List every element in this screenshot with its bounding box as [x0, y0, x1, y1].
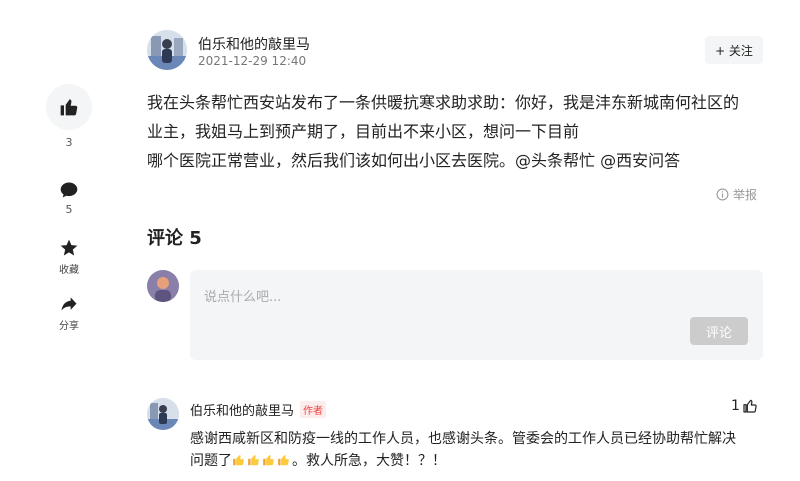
comment-like-button[interactable]: 1 [731, 398, 758, 414]
post-time: 2021-12-29 12:40 [198, 54, 307, 68]
comment-text-line: 问题了 。救人所急，大赞！？！ [190, 450, 770, 472]
post-body: 我在头条帮忙西安站发布了一条供暖抗寒求助求助：你好，我是沣东新城南何社区的 业主… [147, 88, 777, 175]
follow-button[interactable]: + 关注 [705, 36, 763, 64]
comment-input[interactable] [204, 286, 744, 316]
submit-comment-button[interactable]: 评论 [690, 317, 748, 345]
thumbs-up-emoji [278, 455, 289, 466]
current-user-avatar [147, 270, 179, 302]
author-tag: 作者 [300, 401, 327, 418]
post-body-line: 我在头条帮忙西安站发布了一条供暖抗寒求助求助：你好，我是沣东新城南何社区的 [147, 93, 740, 112]
thumbs-up-emoji [233, 455, 244, 466]
comment-bubble-icon [60, 182, 78, 198]
comment-text-suffix: 。救人所急，大赞！？！ [292, 453, 446, 469]
comment-input-box: 评论 [190, 270, 763, 360]
report-label: 举报 [733, 188, 758, 202]
post-body-line: 业主，我姐马上到预产期了，目前出不来小区，想问一下目前 [147, 122, 580, 141]
thumb-up-icon [60, 99, 78, 116]
post-body-line: 哪个医院正常营业，然后我们该如何出小区去医院。@头条帮忙 @西安问答 [147, 151, 681, 170]
comment-like-count: 1 [731, 398, 740, 414]
collect-action[interactable]: 收藏 [44, 238, 94, 276]
report-link[interactable]: 举报 [716, 186, 757, 203]
comment-text: 感谢西咸新区和防疫一线的工作人员，也感谢头条。管委会的工作人员已经协助帮忙解决 … [190, 428, 770, 472]
comment-text-prefix: 问题了 [190, 453, 232, 469]
comment-action[interactable]: 5 [44, 180, 94, 216]
like-button[interactable] [46, 84, 92, 130]
like-action[interactable]: 3 [44, 84, 94, 149]
comment-author-row: 伯乐和他的敲里马 作者 [190, 400, 327, 419]
info-circle-icon [716, 188, 729, 201]
share-arrow-icon [61, 297, 77, 311]
thumbs-up-emoji [263, 455, 274, 466]
comment-author-name[interactable]: 伯乐和他的敲里马 [190, 400, 294, 419]
share-label: 分享 [59, 321, 79, 332]
author-avatar[interactable] [147, 30, 187, 70]
comment-text-line: 感谢西咸新区和防疫一线的工作人员，也感谢头条。管委会的工作人员已经协助帮忙解决 [190, 431, 736, 447]
author-name[interactable]: 伯乐和他的敲里马 [198, 34, 310, 54]
comment-author-avatar[interactable] [147, 398, 179, 430]
share-action[interactable]: 分享 [44, 294, 94, 332]
comment-count: 5 [65, 203, 73, 216]
star-icon [60, 239, 78, 256]
thumbs-up-emoji [248, 455, 259, 466]
collect-label: 收藏 [59, 265, 79, 276]
thumb-up-outline-icon [743, 399, 757, 413]
like-count: 3 [65, 136, 73, 149]
comments-title: 评论 5 [147, 228, 202, 249]
